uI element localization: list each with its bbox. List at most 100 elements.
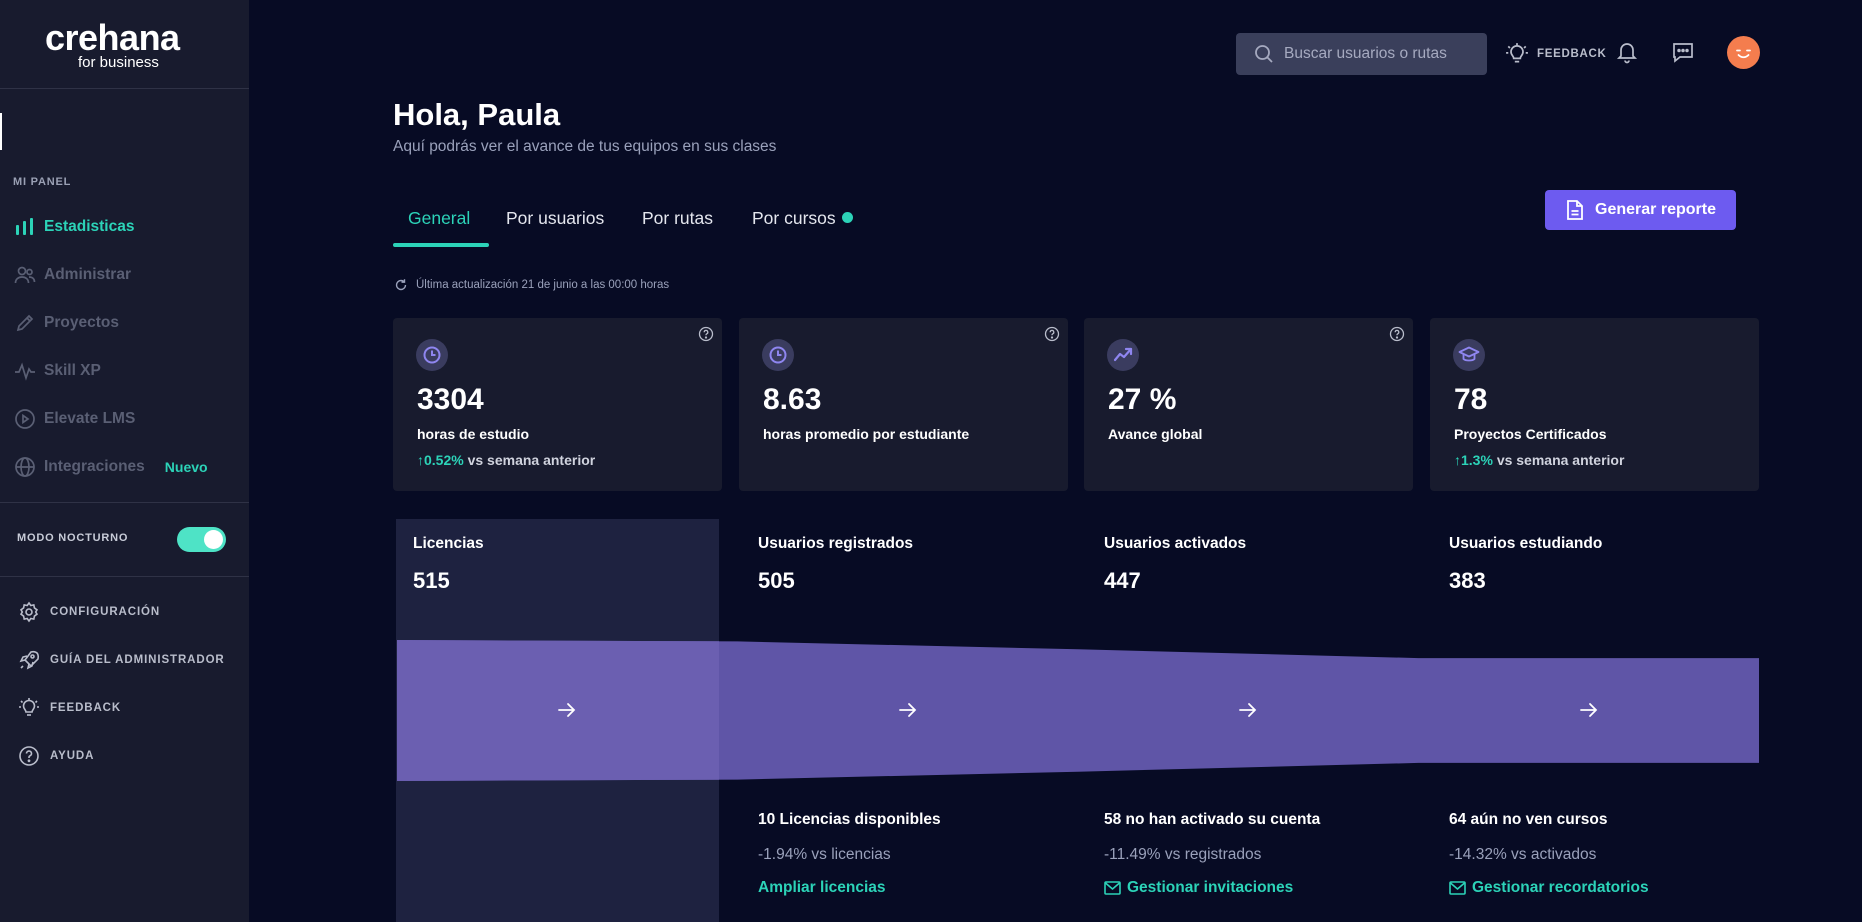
arrow-right-icon[interactable] [1237,699,1259,721]
arrow-right-icon[interactable] [897,699,919,721]
sidebar-divider [0,502,249,503]
stat-card-certified-projects: 78 Proyectos Certificados ↑1.3% vs seman… [1430,318,1759,491]
sidebar-item-integraciones[interactable]: Integraciones Nuevo [14,452,208,482]
expand-licenses-link[interactable]: Ampliar licencias [758,879,1078,897]
sidebar-item-estadisticas[interactable]: Estadisticas [14,212,134,242]
toggle-knob [204,530,223,549]
help-circle-icon [19,746,39,766]
funnel-footer-estudiando: 64 aún no ven cursos -14.32% vs activado… [1449,811,1769,897]
sidebar-item-administrar[interactable]: Administrar [14,260,131,290]
stat-label: horas promedio por estudiante [763,426,970,442]
manage-invitations-link[interactable]: Gestionar invitaciones [1104,879,1424,897]
last-update-text: Última actualización 21 de junio a las 0… [416,279,670,291]
link-label: Gestionar invitaciones [1127,879,1294,896]
sidebar-item-feedback[interactable]: FEEDBACK [18,695,121,721]
stat-label: Avance global [1108,426,1203,442]
stat-card-global-progress: 27 % Avance global [1084,318,1413,491]
chat-icon[interactable] [1670,39,1696,65]
stat-icon-wrap [1453,339,1485,371]
link-label: Ampliar licencias [758,879,886,896]
sidebar-item-configuracion[interactable]: CONFIGURACIÓN [18,599,160,625]
trend-value: 1.3% [1461,452,1493,468]
stat-card-avg-hours: 8.63 horas promedio por estudiante [739,318,1068,491]
brand-sub: for business [78,54,159,71]
graduation-cap-icon [1458,346,1480,362]
search-icon [1255,45,1273,63]
night-mode-toggle[interactable] [177,527,226,552]
new-dot-indicator [841,212,853,223]
funnel-band [397,640,1759,781]
trend-value: 0.52% [424,452,464,468]
funnel-footer-title: 64 aún no ven cursos [1449,811,1608,828]
trend-suffix: vs semana anterior [467,452,596,468]
tab-label: Por usuarios [506,208,605,228]
sidebar-item-label: Elevate LMS [44,410,136,427]
tab-label: General [408,208,471,228]
tab-por-cursos[interactable]: Por cursos [752,203,853,247]
funnel-stage-activados: Usuarios activados 447 [1104,535,1424,594]
stat-trend: ↑1.3% vs semana anterior [1454,452,1624,468]
user-avatar[interactable] [1727,36,1760,69]
funnel-stage-value: 515 [413,568,450,593]
sidebar-item-ayuda[interactable]: AYUDA [18,743,94,769]
globe-icon [15,457,35,477]
sidebar-item-elevate-lms[interactable]: Elevate LMS [14,404,135,434]
funnel-stage-value: 383 [1449,568,1486,593]
arrow-right-icon[interactable] [1578,699,1600,721]
clock-icon [423,346,441,364]
funnel-footer-sub: -1.94% vs licencias [758,846,891,863]
help-icon[interactable] [698,326,714,342]
help-icon[interactable] [1044,326,1060,342]
sidebar-item-skill-xp[interactable]: Skill XP [14,356,101,386]
sidebar-item-guia-administrador[interactable]: GUÍA DEL ADMINISTRADOR [18,647,225,673]
stat-trend: ↑0.52% vs semana anterior [417,452,595,468]
page-title: Hola, Paula [393,97,561,132]
funnel-stage-value: 505 [758,568,795,593]
manage-reminders-link[interactable]: Gestionar recordatorios [1449,879,1769,897]
sidebar-section-title: MI PANEL [13,176,72,188]
night-mode-label: MODO NOCTURNO [17,532,129,544]
funnel-footer-title: 10 Licencias disponibles [758,811,941,828]
funnel-stage-title: Licencias [413,535,484,552]
trend-up-icon [1113,347,1133,362]
active-tab-indicator [393,243,489,247]
link-label: Gestionar recordatorios [1472,879,1649,896]
tab-general[interactable]: General [408,203,470,247]
search-box[interactable] [1236,33,1487,75]
aux-item-label: GUÍA DEL ADMINISTRADOR [50,654,225,666]
lightbulb-icon [1506,43,1528,63]
search-input[interactable] [1284,45,1474,63]
sidebar-item-label: Estadisticas [44,218,135,235]
bell-icon[interactable] [1614,39,1640,65]
mail-icon [1449,881,1466,895]
generate-report-button[interactable]: Generar reporte [1545,190,1736,230]
stat-value: 3304 [417,383,484,416]
brand-logo[interactable]: crehana for business [45,17,215,71]
new-badge: Nuevo [164,459,208,475]
stat-icon-wrap [762,339,794,371]
help-icon[interactable] [1389,326,1405,342]
stat-label: horas de estudio [417,426,530,442]
tab-label: Por rutas [642,208,713,228]
funnel-stage-registrados: Usuarios registrados 505 [758,535,1078,594]
tab-por-rutas[interactable]: Por rutas [642,203,713,247]
sidebar-item-label: Skill XP [44,362,101,379]
funnel-stage-value: 447 [1104,568,1141,593]
stat-icon-wrap [416,339,448,371]
stat-value: 8.63 [763,383,822,416]
document-icon [1567,200,1583,220]
stat-value: 78 [1454,383,1488,416]
sidebar-item-label: Administrar [44,266,131,283]
sidebar-item-proyectos[interactable]: Proyectos [14,308,119,338]
funnel-footer-licencias: 10 Licencias disponibles -1.94% vs licen… [758,811,1078,897]
smile-icon [1736,49,1751,59]
funnel-stage-estudiando: Usuarios estudiando 383 [1449,535,1769,594]
header-feedback-button[interactable]: FEEDBACK [1505,42,1607,66]
tab-por-usuarios[interactable]: Por usuarios [506,203,604,247]
trend-up-arrow-icon: ↑ [1454,452,1461,468]
funnel-stage-licencias: Licencias 515 [413,535,733,594]
sidebar-divider [0,576,249,577]
arrow-right-icon[interactable] [556,699,578,721]
brand-name: crehana [45,17,180,58]
page-subtitle: Aquí podrás ver el avance de tus equipos… [393,138,777,155]
